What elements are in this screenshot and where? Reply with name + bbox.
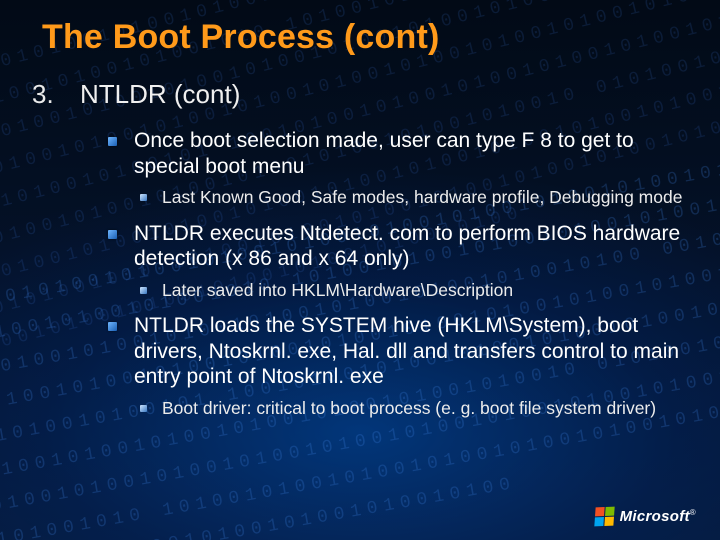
list-item: Boot driver: critical to boot process (e… (140, 398, 690, 419)
windows-flag-icon (594, 507, 614, 527)
bullet-text: NTLDR loads the SYSTEM hive (HKLM\System… (134, 314, 679, 388)
brand-name: Microsoft® (620, 508, 696, 525)
bullet-text: NTLDR executes Ntdetect. com to perform … (134, 222, 680, 271)
section-heading: NTLDR (cont) (80, 79, 240, 110)
bullet-text: Once boot selection made, user can type … (134, 129, 634, 178)
list-item: NTLDR loads the SYSTEM hive (HKLM\System… (108, 313, 690, 419)
list-item: Last Known Good, Safe modes, hardware pr… (140, 187, 690, 208)
sub-list: Later saved into HKLM\Hardware\Descripti… (140, 280, 690, 301)
list-item: Once boot selection made, user can type … (108, 128, 690, 209)
bullet-list: Once boot selection made, user can type … (108, 128, 690, 419)
sub-list: Boot driver: critical to boot process (e… (140, 398, 690, 419)
list-number: 3. (30, 79, 80, 128)
list-item: NTLDR executes Ntdetect. com to perform … (108, 221, 690, 302)
bullet-text: Last Known Good, Safe modes, hardware pr… (162, 187, 682, 207)
sub-list: Last Known Good, Safe modes, hardware pr… (140, 187, 690, 208)
slide-title: The Boot Process (cont) (42, 18, 690, 57)
slide: The Boot Process (cont) 3. NTLDR (cont) … (0, 0, 720, 540)
bullet-text: Later saved into HKLM\Hardware\Descripti… (162, 280, 513, 300)
list-item: Later saved into HKLM\Hardware\Descripti… (140, 280, 690, 301)
brand-logo: Microsoft® (595, 507, 696, 526)
section-row: 3. NTLDR (cont) (30, 79, 690, 128)
bullet-text: Boot driver: critical to boot process (e… (162, 398, 656, 418)
